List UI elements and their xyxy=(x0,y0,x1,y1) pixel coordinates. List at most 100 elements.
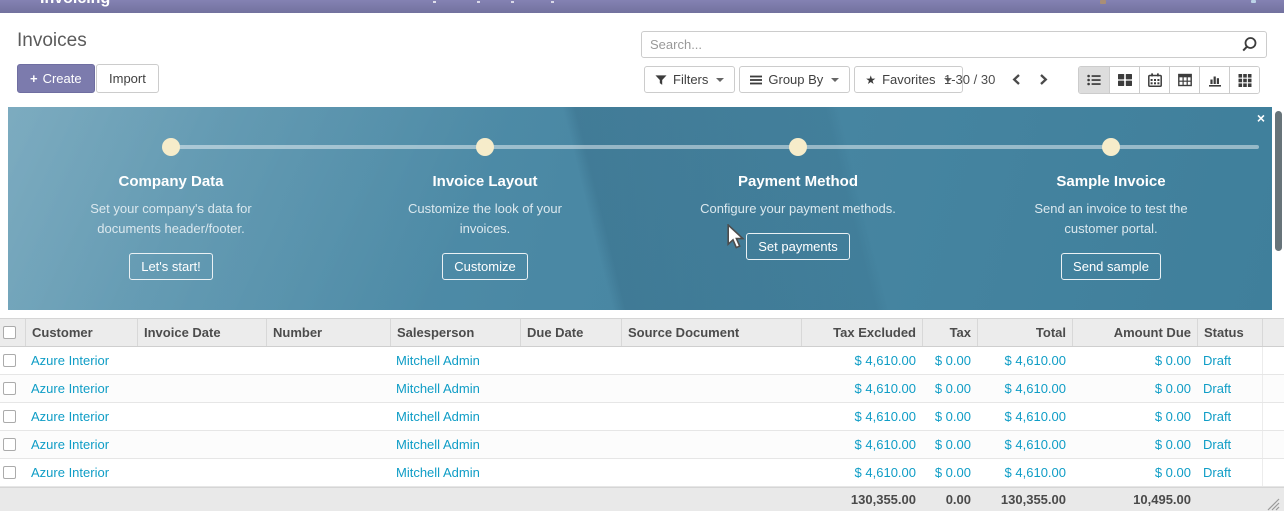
cell-salesperson[interactable]: Mitchell Admin xyxy=(390,403,520,430)
column-header-invoice-date[interactable]: Invoice Date xyxy=(137,319,266,346)
step-description: Send an invoice to test the customer por… xyxy=(1016,199,1206,239)
cell-total[interactable]: $ 4,610.00 xyxy=(977,431,1072,458)
column-header-total[interactable]: Total xyxy=(977,319,1072,346)
page-title: Invoices xyxy=(17,30,87,52)
cell-amount-due[interactable]: $ 0.00 xyxy=(1072,431,1197,458)
create-button[interactable]: + Create xyxy=(17,64,95,93)
cell-total[interactable]: $ 4,610.00 xyxy=(977,347,1072,374)
select-all-checkbox[interactable] xyxy=(3,326,16,339)
cell-salesperson[interactable]: Mitchell Admin xyxy=(390,459,520,486)
app-name[interactable]: Invoicing xyxy=(40,0,110,8)
activity-view-icon xyxy=(1238,73,1252,87)
scrollbar-thumb[interactable] xyxy=(1275,111,1282,251)
row-checkbox[interactable] xyxy=(3,438,16,451)
cell-salesperson[interactable]: Mitchell Admin xyxy=(390,347,520,374)
cell-tax-excluded[interactable]: $ 4,610.00 xyxy=(801,403,922,430)
nav-icon-fragment xyxy=(1251,0,1256,3)
pager-previous-icon[interactable] xyxy=(1011,73,1022,86)
cell-tax-excluded[interactable]: $ 4,610.00 xyxy=(801,431,922,458)
column-header-due-date[interactable]: Due Date xyxy=(520,319,621,346)
close-icon[interactable]: × xyxy=(1257,111,1265,125)
step-title: Payment Method xyxy=(668,173,928,190)
pivot-view-button[interactable] xyxy=(1169,67,1199,93)
bars-icon xyxy=(750,74,762,86)
row-checkbox[interactable] xyxy=(3,354,16,367)
import-button[interactable]: Import xyxy=(96,64,159,93)
set-payments-button[interactable]: Set payments xyxy=(746,233,850,260)
search-input[interactable] xyxy=(642,33,1241,56)
step-dot xyxy=(789,138,807,156)
cell-customer[interactable]: Azure Interior xyxy=(25,459,137,486)
cell-tax-excluded[interactable]: $ 4,610.00 xyxy=(801,375,922,402)
onboarding-step-invoice-layout: Invoice Layout Customize the look of you… xyxy=(355,173,615,280)
view-switcher xyxy=(1078,66,1260,94)
user-avatar-fragment xyxy=(1100,0,1106,4)
customize-button[interactable]: Customize xyxy=(442,253,527,280)
lets-start-button[interactable]: Let's start! xyxy=(129,253,213,280)
cell-tax[interactable]: $ 0.00 xyxy=(922,403,977,430)
onboarding-step-sample-invoice: Sample Invoice Send an invoice to test t… xyxy=(981,173,1241,280)
onboarding-progress-line xyxy=(171,145,1259,149)
cell-tax[interactable]: $ 0.00 xyxy=(922,459,977,486)
kanban-view-icon xyxy=(1118,73,1132,87)
search-magnifier-icon[interactable] xyxy=(1241,36,1258,53)
send-sample-button[interactable]: Send sample xyxy=(1061,253,1161,280)
cell-tax[interactable]: $ 0.00 xyxy=(922,431,977,458)
plus-icon: + xyxy=(30,71,38,86)
funnel-icon xyxy=(655,74,667,86)
status-badge[interactable]: Draft xyxy=(1197,403,1262,430)
cell-customer[interactable]: Azure Interior xyxy=(25,431,137,458)
row-checkbox[interactable] xyxy=(3,466,16,479)
cell-tax-excluded[interactable]: $ 4,610.00 xyxy=(801,459,922,486)
column-header-customer[interactable]: Customer xyxy=(25,319,137,346)
pager-range: 1-30 / 30 xyxy=(944,72,995,87)
cell-salesperson[interactable]: Mitchell Admin xyxy=(390,375,520,402)
invoicing-page: Invoicing Invoices + Create Import Filte… xyxy=(0,0,1284,516)
search-bar[interactable] xyxy=(641,31,1267,58)
table-row[interactable]: Azure Interior Mitchell Admin $ 4,610.00… xyxy=(0,431,1284,459)
column-header-number[interactable]: Number xyxy=(266,319,390,346)
cell-total[interactable]: $ 4,610.00 xyxy=(977,375,1072,402)
table-row[interactable]: Azure Interior Mitchell Admin $ 4,610.00… xyxy=(0,459,1284,487)
table-row[interactable]: Azure Interior Mitchell Admin $ 4,610.00… xyxy=(0,347,1284,375)
calendar-view-button[interactable] xyxy=(1139,67,1169,93)
chevron-down-icon xyxy=(716,78,724,82)
status-badge[interactable]: Draft xyxy=(1197,375,1262,402)
column-header-tax[interactable]: Tax xyxy=(922,319,977,346)
table-row[interactable]: Azure Interior Mitchell Admin $ 4,610.00… xyxy=(0,403,1284,431)
column-header-source-document[interactable]: Source Document xyxy=(621,319,801,346)
kanban-view-button[interactable] xyxy=(1109,67,1139,93)
cell-tax[interactable]: $ 0.00 xyxy=(922,347,977,374)
column-header-amount-due[interactable]: Amount Due xyxy=(1072,319,1197,346)
cell-salesperson[interactable]: Mitchell Admin xyxy=(390,431,520,458)
cell-tax-excluded[interactable]: $ 4,610.00 xyxy=(801,347,922,374)
cell-tax[interactable]: $ 0.00 xyxy=(922,375,977,402)
cell-total[interactable]: $ 4,610.00 xyxy=(977,403,1072,430)
table-row[interactable]: Azure Interior Mitchell Admin $ 4,610.00… xyxy=(0,375,1284,403)
row-checkbox[interactable] xyxy=(3,410,16,423)
group-by-button[interactable]: Group By xyxy=(739,66,850,93)
status-badge[interactable]: Draft xyxy=(1197,431,1262,458)
activity-view-button[interactable] xyxy=(1229,67,1259,93)
status-cell[interactable]: $ 0.00 xyxy=(1072,459,1197,486)
cell-customer[interactable]: Azure Interior xyxy=(25,403,137,430)
column-header-status[interactable]: Status xyxy=(1197,319,1262,346)
cell-amount-due[interactable]: $ 0.00 xyxy=(1072,375,1197,402)
top-nav-bar: Invoicing xyxy=(0,0,1284,13)
list-view-button[interactable] xyxy=(1079,67,1109,93)
pivot-view-icon xyxy=(1178,73,1192,87)
filters-button[interactable]: Filters xyxy=(644,66,735,93)
status-badge[interactable]: Draft xyxy=(1197,459,1262,486)
cell-total[interactable]: $ 4,610.00 xyxy=(977,459,1072,486)
graph-view-button[interactable] xyxy=(1199,67,1229,93)
row-checkbox[interactable] xyxy=(3,382,16,395)
status-badge[interactable]: Draft xyxy=(1197,347,1262,374)
cell-amount-due[interactable]: $ 0.00 xyxy=(1072,347,1197,374)
resize-grip-icon[interactable] xyxy=(1264,496,1280,514)
pager-next-icon[interactable] xyxy=(1038,73,1049,86)
cell-customer[interactable]: Azure Interior xyxy=(25,375,137,402)
column-header-tax-excluded[interactable]: Tax Excluded xyxy=(801,319,922,346)
cell-amount-due[interactable]: $ 0.00 xyxy=(1072,403,1197,430)
cell-customer[interactable]: Azure Interior xyxy=(25,347,137,374)
column-header-salesperson[interactable]: Salesperson xyxy=(390,319,520,346)
